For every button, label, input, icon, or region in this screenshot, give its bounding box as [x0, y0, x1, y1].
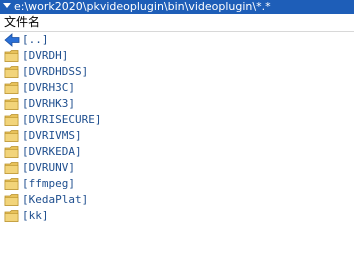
folder-item-ffmpeg[interactable]: [ffmpeg] [0, 176, 354, 192]
folder-icon [4, 114, 19, 126]
folder-item-dvrunv[interactable]: [DVRUNV] [0, 160, 354, 176]
path-dropdown-icon[interactable] [3, 3, 11, 8]
list-item-label: [DVRHK3] [22, 97, 75, 110]
folder-icon [4, 66, 19, 78]
name-column-header[interactable]: 文件名 [4, 15, 40, 30]
list-item-label: [DVRH3C] [22, 81, 75, 94]
column-header: 文件名 [0, 14, 354, 32]
list-item-label: [..] [22, 33, 49, 46]
current-path: e:\work2020\pkvideoplugin\bin\videoplugi… [14, 0, 271, 13]
list-item-label: [DVRKEDA] [22, 145, 82, 158]
list-item-label: [DVRDHDSS] [22, 65, 89, 78]
folder-item-kedaplat[interactable]: [KedaPlat] [0, 192, 354, 208]
folder-item-kk[interactable]: [kk] [0, 208, 354, 224]
list-item-label: [DVRUNV] [22, 161, 75, 174]
list-item-label: [DVRIVMS] [22, 129, 82, 142]
folder-item-dvrh3c[interactable]: [DVRH3C] [0, 80, 354, 96]
folder-icon [4, 162, 19, 174]
list-item-label: [KedaPlat] [22, 193, 89, 206]
list-item-label: [DVRDH] [22, 49, 69, 62]
folder-icon [4, 130, 19, 142]
folder-icon [4, 82, 19, 94]
folder-icon [4, 146, 19, 158]
list-item-label: [DVRISECURE] [22, 113, 102, 126]
folder-item-dvrhk3[interactable]: [DVRHK3] [0, 96, 354, 112]
folder-item-dvrdhdss[interactable]: [DVRDHDSS] [0, 64, 354, 80]
list-item-label: [kk] [22, 209, 49, 222]
folder-item-dvrkeda[interactable]: [DVRKEDA] [0, 144, 354, 160]
parent-directory-item[interactable]: [..] [0, 32, 354, 48]
folder-item-dvrdh[interactable]: [DVRDH] [0, 48, 354, 64]
folder-icon [4, 50, 19, 62]
folder-icon [4, 178, 19, 190]
up-arrow-icon [4, 33, 20, 47]
folder-icon [4, 210, 19, 222]
folder-item-dvrisecure[interactable]: [DVRISECURE] [0, 112, 354, 128]
file-list[interactable]: [..] [DVRDH] [DVRDHDSS] [DVRH3C] [DVRHK3… [0, 32, 354, 224]
list-item-label: [ffmpeg] [22, 177, 75, 190]
folder-icon [4, 98, 19, 110]
folder-icon [4, 194, 19, 206]
path-bar[interactable]: e:\work2020\pkvideoplugin\bin\videoplugi… [0, 0, 354, 14]
folder-item-dvrivms[interactable]: [DVRIVMS] [0, 128, 354, 144]
